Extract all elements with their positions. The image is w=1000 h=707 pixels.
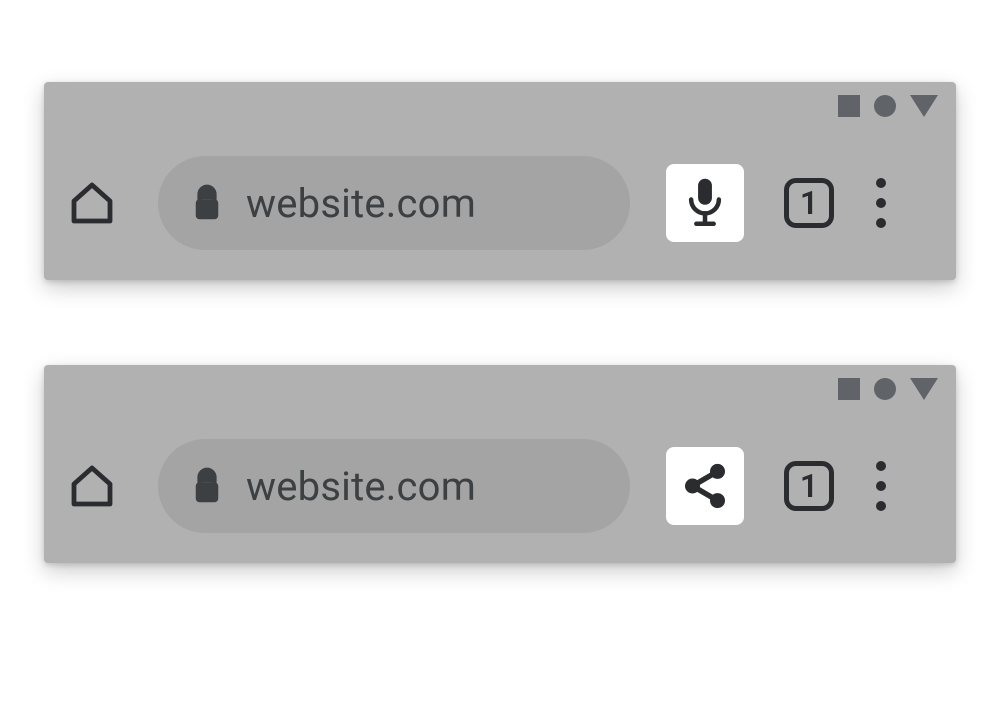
url-text: website.com <box>246 180 476 227</box>
kebab-dot-icon <box>876 481 886 491</box>
browser-toolbar-variant-mic: website.com 1 <box>44 82 956 280</box>
kebab-dot-icon <box>876 218 886 228</box>
status-bar <box>838 92 938 120</box>
voice-search-button[interactable] <box>666 164 744 242</box>
kebab-dot-icon <box>876 198 886 208</box>
home-icon <box>68 462 116 510</box>
kebab-dot-icon <box>876 178 886 188</box>
toolbar-row: website.com 1 <box>44 431 956 541</box>
address-bar[interactable]: website.com <box>158 439 630 533</box>
lock-icon <box>192 467 222 505</box>
kebab-dot-icon <box>876 461 886 471</box>
overflow-menu-button[interactable] <box>876 178 886 228</box>
overflow-menu-button[interactable] <box>876 461 886 511</box>
status-circle-icon <box>874 95 896 117</box>
tab-switcher-button[interactable]: 1 <box>784 178 834 228</box>
status-triangle-icon <box>910 378 938 400</box>
tab-count-label: 1 <box>800 470 818 502</box>
status-circle-icon <box>874 378 896 400</box>
lock-icon <box>192 184 222 222</box>
microphone-icon <box>683 177 727 229</box>
share-button[interactable] <box>666 447 744 525</box>
browser-toolbar-variant-share: website.com 1 <box>44 365 956 563</box>
url-text: website.com <box>246 463 476 510</box>
home-icon <box>68 179 116 227</box>
toolbar-row: website.com 1 <box>44 148 956 258</box>
share-icon <box>680 461 730 511</box>
address-bar[interactable]: website.com <box>158 156 630 250</box>
kebab-dot-icon <box>876 501 886 511</box>
status-triangle-icon <box>910 95 938 117</box>
status-square-icon <box>838 95 860 117</box>
home-button[interactable] <box>44 179 140 227</box>
tab-count-label: 1 <box>800 187 818 219</box>
home-button[interactable] <box>44 462 140 510</box>
status-square-icon <box>838 378 860 400</box>
status-bar <box>838 375 938 403</box>
tab-switcher-button[interactable]: 1 <box>784 461 834 511</box>
